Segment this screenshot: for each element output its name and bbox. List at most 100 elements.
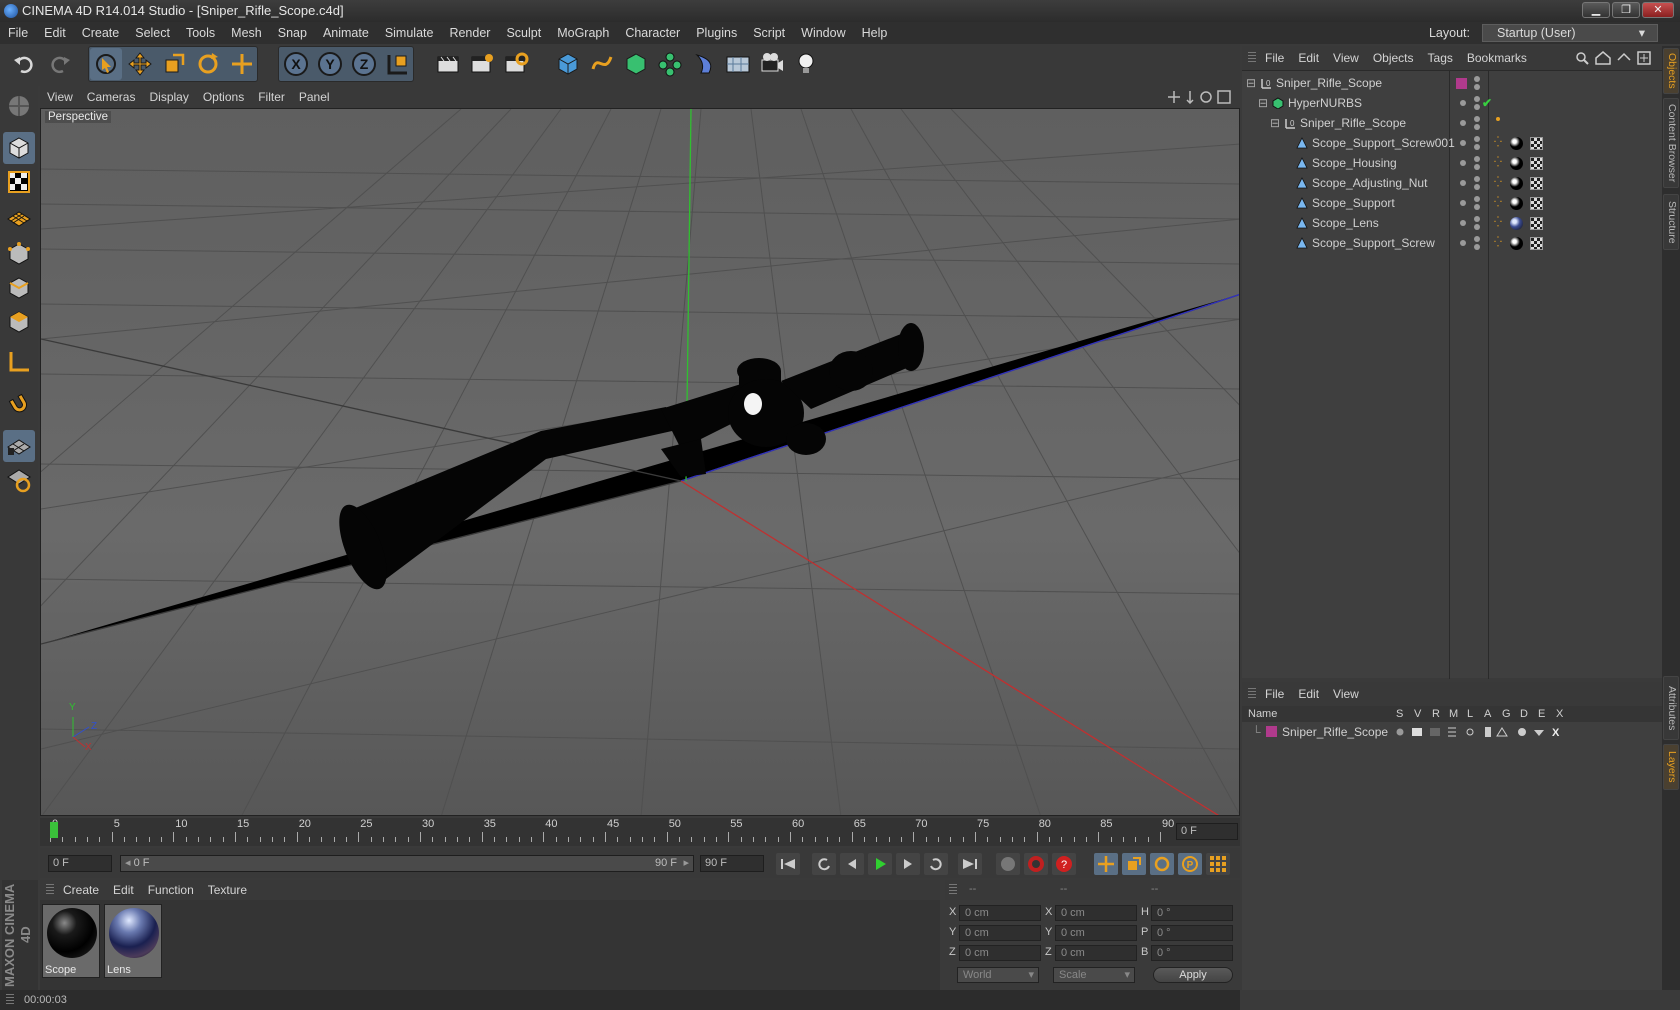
redo-icon[interactable] bbox=[44, 48, 76, 80]
material-tag-lens-icon[interactable] bbox=[1510, 217, 1523, 230]
material-tag-scope-icon[interactable] bbox=[1510, 157, 1523, 170]
tree-row-scope-support-screw001[interactable]: Scope_Support_Screw001 ⁛ bbox=[1242, 133, 1662, 153]
panel-gripper[interactable] bbox=[6, 994, 14, 1006]
edges-mode-icon[interactable] bbox=[3, 272, 35, 304]
workplane-icon[interactable] bbox=[3, 200, 35, 232]
layer-color-swatch[interactable] bbox=[1266, 726, 1277, 737]
object-menu-bookmarks[interactable]: Bookmarks bbox=[1460, 46, 1534, 70]
snapping-grid-icon[interactable] bbox=[3, 430, 35, 462]
layer-color-swatch[interactable] bbox=[1456, 78, 1467, 89]
tab-content-browser[interactable]: Content Browser bbox=[1663, 98, 1679, 188]
size-y-field[interactable]: 0 cm bbox=[1055, 925, 1137, 941]
3d-viewport[interactable]: Perspective Y Z X bbox=[40, 108, 1240, 816]
column-expressions[interactable]: E bbox=[1538, 706, 1545, 722]
environment-icon[interactable] bbox=[722, 48, 754, 80]
menu-mograph[interactable]: MoGraph bbox=[549, 22, 617, 44]
model-mode-icon[interactable] bbox=[3, 90, 35, 122]
collapse-toggle-icon[interactable]: ⊟ bbox=[1246, 73, 1256, 93]
render-visibility-dot[interactable] bbox=[1474, 84, 1480, 90]
key-scale-icon[interactable] bbox=[1122, 853, 1146, 875]
next-frame-icon[interactable] bbox=[896, 853, 920, 875]
previous-key-icon[interactable] bbox=[812, 853, 836, 875]
render-visibility-dot[interactable] bbox=[1474, 124, 1480, 130]
object-menu-objects[interactable]: Objects bbox=[1366, 46, 1421, 70]
size-z-field[interactable]: 0 cm bbox=[1055, 945, 1137, 961]
material-tag-scope-icon[interactable] bbox=[1510, 177, 1523, 190]
layout-select[interactable]: Startup (User) ▾ bbox=[1482, 24, 1658, 42]
play-icon[interactable] bbox=[868, 853, 892, 875]
start-frame-field[interactable]: 0 F bbox=[48, 855, 112, 872]
viewport-menu-view[interactable]: View bbox=[40, 86, 80, 108]
menu-help[interactable]: Help bbox=[854, 22, 896, 44]
autokey-icon[interactable] bbox=[1024, 853, 1048, 875]
tree-row-hypernurbs[interactable]: ⊟ HyperNURBS ✔ bbox=[1242, 93, 1662, 113]
minimize-button[interactable]: ▁ bbox=[1582, 2, 1610, 18]
rotate-icon[interactable] bbox=[192, 48, 224, 80]
render-visibility-dot[interactable] bbox=[1474, 156, 1480, 162]
render-visibility-dot[interactable] bbox=[1474, 144, 1480, 150]
coordinate-mode-select[interactable]: World ▾ bbox=[957, 967, 1039, 983]
close-button[interactable]: ✕ bbox=[1642, 2, 1674, 18]
column-locked[interactable]: L bbox=[1467, 706, 1473, 722]
menu-render[interactable]: Render bbox=[441, 22, 498, 44]
menu-snap[interactable]: Snap bbox=[270, 22, 315, 44]
current-frame-field[interactable]: 0 F bbox=[1176, 823, 1238, 840]
next-key-icon[interactable] bbox=[924, 853, 948, 875]
viewport-menu-options[interactable]: Options bbox=[196, 86, 251, 108]
nurbs-icon[interactable] bbox=[620, 48, 652, 80]
menu-animate[interactable]: Animate bbox=[315, 22, 377, 44]
object-menu-tags[interactable]: Tags bbox=[1421, 46, 1460, 70]
layer-row[interactable]: └ Sniper_Rifle_Scope X bbox=[1242, 722, 1662, 742]
object-menu-view[interactable]: View bbox=[1326, 46, 1366, 70]
render-visibility-dot[interactable] bbox=[1474, 184, 1480, 190]
live-selection-icon[interactable] bbox=[90, 48, 122, 80]
phong-tag-icon[interactable]: ⁛ bbox=[1494, 213, 1502, 233]
transform-icon[interactable] bbox=[226, 48, 258, 80]
texture-tag-icon[interactable] bbox=[1530, 197, 1543, 210]
phong-tag-icon[interactable]: ⁛ bbox=[1494, 233, 1502, 253]
column-animation[interactable]: A bbox=[1484, 706, 1491, 722]
tree-row-sniper-rifle-scope-child[interactable]: ⊟ 0 Sniper_Rifle_Scope bbox=[1242, 113, 1662, 133]
column-generators[interactable]: G bbox=[1502, 706, 1511, 722]
phong-tag-icon[interactable]: ⁛ bbox=[1494, 193, 1502, 213]
tab-objects[interactable]: Objects bbox=[1663, 48, 1679, 94]
texture-tag-icon[interactable] bbox=[1530, 237, 1543, 250]
tree-row-scope-support-screw[interactable]: Scope_Support_Screw ⁛ bbox=[1242, 233, 1662, 253]
end-frame-field[interactable]: 90 F bbox=[700, 855, 764, 872]
panel-gripper[interactable] bbox=[46, 884, 54, 896]
object-mode-icon[interactable] bbox=[3, 132, 35, 164]
layer-menu-file[interactable]: File bbox=[1258, 682, 1291, 706]
previous-frame-icon[interactable] bbox=[840, 853, 864, 875]
editor-visibility-dot[interactable] bbox=[1460, 200, 1466, 206]
texture-tag-icon[interactable] bbox=[1530, 157, 1543, 170]
polygons-mode-icon[interactable] bbox=[3, 306, 35, 338]
render-visibility-dot[interactable] bbox=[1474, 224, 1480, 230]
render-picture-viewer-icon[interactable] bbox=[466, 48, 498, 80]
texture-tag-icon[interactable] bbox=[1530, 177, 1543, 190]
tab-structure[interactable]: Structure bbox=[1663, 194, 1679, 250]
column-view[interactable]: V bbox=[1414, 706, 1421, 722]
menu-sculpt[interactable]: Sculpt bbox=[498, 22, 549, 44]
frame-range-slider[interactable]: ◂ 0 F 90 F ▸ bbox=[120, 855, 694, 872]
playhead-marker[interactable] bbox=[50, 822, 58, 838]
tab-layers[interactable]: Layers bbox=[1663, 744, 1679, 790]
axis-mode-icon[interactable] bbox=[3, 346, 35, 378]
material-menu-texture[interactable]: Texture bbox=[201, 880, 254, 900]
render-visibility-dot[interactable] bbox=[1474, 216, 1480, 222]
render-visibility-dot[interactable] bbox=[1474, 104, 1480, 110]
tab-attributes[interactable]: Attributes bbox=[1663, 676, 1679, 740]
render-visibility-dot[interactable] bbox=[1474, 244, 1480, 250]
record-keys-icon[interactable] bbox=[996, 853, 1020, 875]
x-axis-lock-icon[interactable]: X bbox=[280, 48, 312, 80]
tree-row-scope-lens[interactable]: Scope_Lens ⁛ bbox=[1242, 213, 1662, 233]
render-settings-icon[interactable] bbox=[500, 48, 532, 80]
world-coordinates-icon[interactable] bbox=[382, 48, 414, 80]
material-tag-scope-icon[interactable] bbox=[1510, 237, 1523, 250]
go-to-start-icon[interactable] bbox=[776, 853, 800, 875]
object-menu-file[interactable]: File bbox=[1258, 46, 1291, 70]
go-to-end-icon[interactable] bbox=[958, 853, 982, 875]
key-rotation-icon[interactable] bbox=[1150, 853, 1174, 875]
menu-character[interactable]: Character bbox=[617, 22, 688, 44]
column-name[interactable]: Name bbox=[1248, 706, 1277, 722]
tree-row-sniper-rifle-scope[interactable]: ⊟ 0 Sniper_Rifle_Scope bbox=[1242, 73, 1662, 93]
